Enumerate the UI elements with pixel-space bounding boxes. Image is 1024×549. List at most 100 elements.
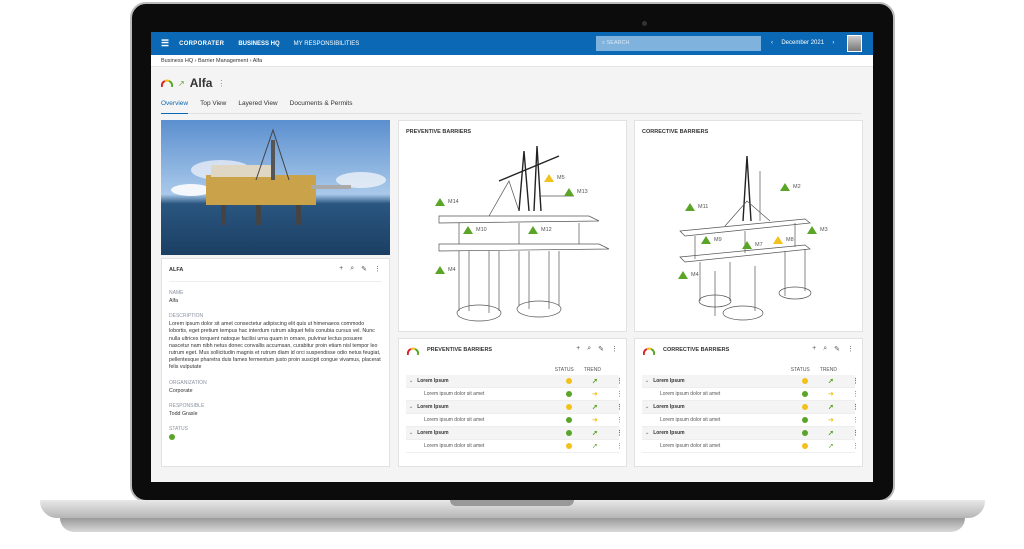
marker-label: M3 <box>820 227 828 233</box>
row-menu-icon[interactable]: ⋮ <box>616 403 623 411</box>
marker-ok-icon[interactable] <box>528 226 538 234</box>
oil-platform-image <box>171 128 386 225</box>
table-row[interactable]: Lorem ipsum dolor sit amet ➜ ⋮ <box>406 414 623 427</box>
table-row[interactable]: ⌄ Lorem Ipsum ➚ ⋮ <box>642 401 859 414</box>
marker-ok-icon[interactable] <box>807 226 817 234</box>
breadcrumb-barrier-management[interactable]: Barrier Management <box>198 58 248 64</box>
marker-ok-icon[interactable] <box>435 198 445 206</box>
chevron-down-icon[interactable]: ⌄ <box>642 404 649 410</box>
status-indicator <box>802 430 808 436</box>
tab-layered-view[interactable]: Layered View <box>238 100 277 107</box>
search-input[interactable]: ⌕ SEARCH <box>596 36 761 51</box>
laptop-base-bottom <box>60 518 965 532</box>
hamburger-menu-icon[interactable]: ☰ <box>161 38 169 49</box>
table-header: STATUS TREND <box>642 367 855 375</box>
edit-icon[interactable]: ✎ <box>361 265 367 273</box>
marker-ok-icon[interactable] <box>701 236 711 244</box>
status-indicator <box>169 434 175 441</box>
chevron-down-icon[interactable]: ⌄ <box>642 378 649 384</box>
row-label: Lorem Ipsum <box>653 378 685 384</box>
prev-period-button[interactable]: ‹ <box>771 40 773 46</box>
chevron-down-icon[interactable]: ⌄ <box>406 404 413 410</box>
marker-warning-icon[interactable] <box>544 174 554 182</box>
more-options-icon[interactable]: ⋮ <box>217 79 225 88</box>
nav-business-hq[interactable]: BUSINESS HQ <box>238 41 279 47</box>
gauge-icon <box>643 347 655 355</box>
search-icon[interactable]: ⌕ <box>823 345 827 353</box>
row-label: Lorem ipsum dolor sit amet <box>660 391 721 397</box>
marker-warning-icon[interactable] <box>773 236 783 244</box>
row-menu-icon[interactable]: ⋮ <box>616 429 623 437</box>
marker-ok-icon[interactable] <box>678 271 688 279</box>
trend-up-icon: ➚ <box>592 430 598 437</box>
table-row[interactable]: Lorem ipsum dolor sit amet ➚ ⋮ <box>406 440 623 453</box>
nav-my-responsibilities[interactable]: MY RESPONSIBILITIES <box>294 41 360 47</box>
status-indicator <box>566 443 572 449</box>
organization-value: Corporate <box>169 387 193 394</box>
row-menu-icon[interactable]: ⋮ <box>852 429 859 437</box>
marker-ok-icon[interactable] <box>564 188 574 196</box>
gauge-icon <box>407 347 419 355</box>
table-row[interactable]: ⌄ Lorem Ipsum ➚ ⋮ <box>406 401 623 414</box>
marker-ok-icon[interactable] <box>463 226 473 234</box>
add-icon[interactable]: + <box>576 345 580 353</box>
trend-up-icon: ➚ <box>592 443 598 450</box>
table-row[interactable]: ⌄ Lorem Ipsum ➚ ⋮ <box>642 375 859 388</box>
table-row[interactable]: Lorem ipsum dolor sit amet ➜ ⋮ <box>406 388 623 401</box>
row-menu-icon[interactable]: ⋮ <box>616 442 623 450</box>
marker-ok-icon[interactable] <box>685 203 695 211</box>
preventive-barriers-view: PREVENTIVE BARRIERS M5 M13 M14 M10 M12 M… <box>398 120 627 332</box>
breadcrumb-alfa: Alfa <box>252 58 263 64</box>
next-period-button[interactable]: › <box>832 40 834 46</box>
table-row[interactable]: Lorem ipsum dolor sit amet ➜ ⋮ <box>642 388 859 401</box>
tab-overview[interactable]: Overview <box>161 100 189 114</box>
camera <box>642 21 647 26</box>
breadcrumb-business-hq[interactable]: Business HQ <box>161 58 193 64</box>
marker-label: M2 <box>793 184 801 190</box>
row-menu-icon[interactable]: ⋮ <box>616 377 623 385</box>
chevron-down-icon[interactable]: ⌄ <box>406 430 413 436</box>
table-row[interactable]: Lorem ipsum dolor sit amet ➜ ⋮ <box>642 414 859 427</box>
tab-top-view[interactable]: Top View <box>200 100 226 107</box>
search-placeholder: SEARCH <box>606 40 630 46</box>
more-icon[interactable]: ⋮ <box>611 345 618 353</box>
more-icon[interactable]: ⋮ <box>847 345 854 353</box>
table-row[interactable]: ⌄ Lorem Ipsum ➚ ⋮ <box>406 427 623 440</box>
period-selector: ‹ December 2021 › <box>771 40 834 46</box>
row-label: Lorem ipsum dolor sit amet <box>424 391 485 397</box>
marker-label: M4 <box>448 267 456 273</box>
page-header: ↗ Alfa ⋮ <box>161 76 225 90</box>
marker-ok-icon[interactable] <box>780 183 790 191</box>
logo[interactable]: CORPORATER <box>179 41 224 47</box>
edit-icon[interactable]: ✎ <box>834 345 840 353</box>
more-icon[interactable]: ⋮ <box>374 265 381 273</box>
row-menu-icon[interactable]: ⋮ <box>616 390 623 398</box>
row-menu-icon[interactable]: ⋮ <box>852 377 859 385</box>
status-indicator <box>802 391 808 397</box>
add-icon[interactable]: + <box>812 345 816 353</box>
search-icon[interactable]: ⌕ <box>587 345 591 353</box>
row-menu-icon[interactable]: ⋮ <box>852 390 859 398</box>
table-row[interactable]: ⌄ Lorem Ipsum ➚ ⋮ <box>406 375 623 388</box>
period-label[interactable]: December 2021 <box>781 40 824 46</box>
table-row[interactable]: Lorem ipsum dolor sit amet ➚ ⋮ <box>642 440 859 453</box>
status-indicator <box>802 417 808 423</box>
description-label: DESCRIPTION <box>169 313 204 320</box>
chevron-down-icon[interactable]: ⌄ <box>642 430 649 436</box>
row-menu-icon[interactable]: ⋮ <box>616 416 623 424</box>
chevron-down-icon[interactable]: ⌄ <box>406 378 413 384</box>
row-menu-icon[interactable]: ⋮ <box>852 403 859 411</box>
table-row[interactable]: ⌄ Lorem Ipsum ➚ ⋮ <box>642 427 859 440</box>
marker-ok-icon[interactable] <box>435 266 445 274</box>
edit-icon[interactable]: ✎ <box>598 345 604 353</box>
status-indicator <box>802 443 808 449</box>
add-icon[interactable]: + <box>339 265 343 273</box>
user-avatar[interactable] <box>847 35 862 52</box>
status-indicator <box>566 391 572 397</box>
row-menu-icon[interactable]: ⋮ <box>852 416 859 424</box>
row-menu-icon[interactable]: ⋮ <box>852 442 859 450</box>
tab-documents-permits[interactable]: Documents & Permits <box>290 100 353 107</box>
marker-ok-icon[interactable] <box>742 241 752 249</box>
marker-label: M7 <box>755 242 763 248</box>
search-icon[interactable]: ⌕ <box>350 265 354 273</box>
